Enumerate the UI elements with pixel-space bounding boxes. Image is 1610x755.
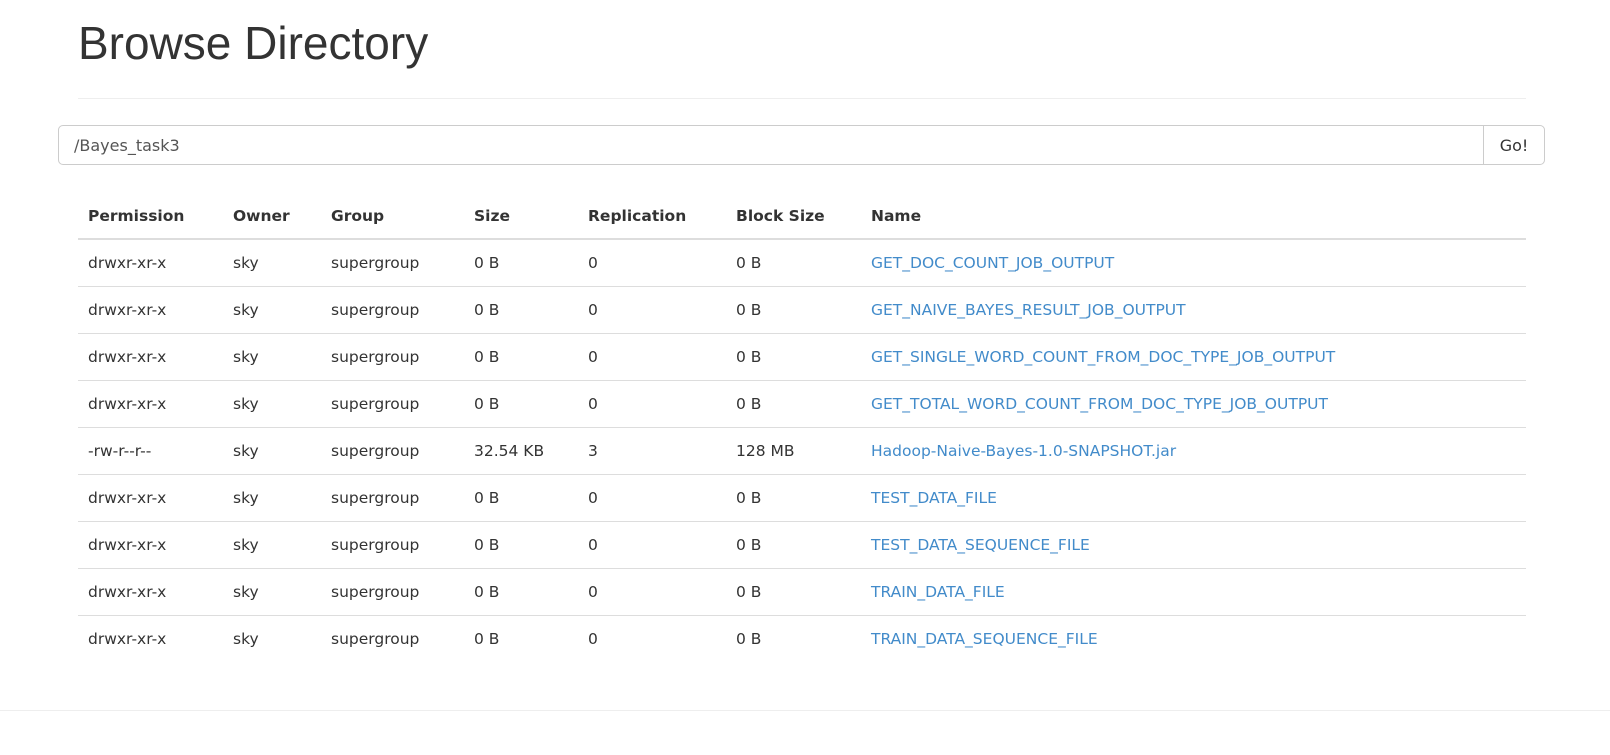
cell-owner: sky bbox=[223, 380, 321, 428]
file-link[interactable]: TEST_DATA_SEQUENCE_FILE bbox=[871, 536, 1090, 554]
file-link[interactable]: TRAIN_DATA_FILE bbox=[871, 583, 1005, 601]
footer-divider bbox=[0, 710, 1610, 711]
table-row: drwxr-xr-x sky supergroup 0 B00 B TEST_DATA_… bbox=[78, 474, 1526, 522]
cell-block-size: 0 B bbox=[736, 254, 762, 272]
cell-name: GET_NAIVE_BAYES_RESULT_JOB_OUTPUT bbox=[861, 286, 1526, 334]
cell-block-size: 0 B bbox=[726, 615, 861, 662]
table-header-row: Permission Owner Group Size Replication Block… bbox=[78, 194, 1526, 240]
cell-permission: drwxr-xr-x bbox=[78, 286, 223, 334]
table-row: drwxr-xr-x sky supergroup 0 B00 B GET_SINGLE… bbox=[78, 333, 1526, 381]
file-link[interactable]: Hadoop-Naive-Bayes-1.0-SNAPSHOT.jar bbox=[871, 442, 1176, 460]
cell-permission: drwxr-xr-x bbox=[78, 380, 223, 428]
cell-group: supergroup bbox=[331, 254, 420, 272]
file-link[interactable]: TEST_DATA_FILE bbox=[871, 489, 997, 507]
cell-group: supergroup bbox=[321, 568, 464, 616]
cell-size: 0 B bbox=[464, 615, 578, 662]
file-link[interactable]: GET_NAIVE_BAYES_RESULT_JOB_OUTPUT bbox=[871, 301, 1186, 319]
file-table: Permission Owner Group Size Replication Block… bbox=[78, 194, 1526, 662]
table-row: drwxr-xr-x sky supergroup 0 B00 B TRAIN_DATA… bbox=[78, 568, 1526, 616]
path-input[interactable] bbox=[59, 126, 1483, 164]
cell-permission: drwxr-xr-x bbox=[78, 521, 223, 569]
column-header-block-size[interactable]: Block Size bbox=[726, 194, 861, 240]
cell-owner: sky bbox=[223, 286, 321, 334]
cell-name: TEST_DATA_SEQUENCE_FILE bbox=[861, 521, 1526, 569]
cell-replication: 0 bbox=[578, 615, 726, 662]
table-row: -rw-r--r-- sky supergroup 32.54 KB 3 128 MB Ha… bbox=[78, 427, 1526, 475]
column-header-name[interactable]: Name bbox=[861, 194, 1526, 240]
cell-block-size: 0 B bbox=[726, 380, 861, 428]
cell-group: supergroup bbox=[321, 474, 464, 522]
table-row: drwxr-xr-x sky supergroup 0 B00 B GET_NAIVE_… bbox=[78, 286, 1526, 334]
cell-name: Hadoop-Naive-Bayes-1.0-SNAPSHOT.jar bbox=[861, 427, 1526, 475]
cell-block-size: 128 MB bbox=[726, 427, 861, 475]
divider bbox=[78, 98, 1526, 99]
cell-owner: sky bbox=[233, 254, 259, 272]
cell-replication: 0 bbox=[578, 521, 726, 569]
page-title: Browse Directory bbox=[78, 17, 429, 69]
cell-replication: 0 bbox=[578, 474, 726, 522]
cell-name: GET_SINGLE_WORD_COUNT_FROM_DOC_TYPE_JOB_… bbox=[861, 333, 1526, 381]
cell-owner: sky bbox=[223, 474, 321, 522]
file-link[interactable]: TRAIN_DATA_SEQUENCE_FILE bbox=[871, 630, 1098, 648]
table-row: drwxr-xr-x sky supergroup 0 B00 B TRAIN_DATA… bbox=[78, 615, 1526, 662]
path-form: Go! bbox=[58, 125, 1545, 165]
cell-name: GET_TOTAL_WORD_COUNT_FROM_DOC_TYPE_JOB_O… bbox=[861, 380, 1526, 428]
file-link[interactable]: GET_TOTAL_WORD_COUNT_FROM_DOC_TYPE_JOB_O… bbox=[871, 395, 1328, 413]
cell-size: 0 B bbox=[464, 286, 578, 334]
go-button[interactable]: Go! bbox=[1483, 126, 1544, 164]
cell-size: 0 B bbox=[474, 254, 500, 272]
cell-permission: drwxr-xr-x bbox=[78, 615, 223, 662]
cell-group: supergroup bbox=[321, 615, 464, 662]
cell-permission: drwxr-xr-x bbox=[78, 333, 223, 381]
column-header-owner[interactable]: Owner bbox=[223, 194, 321, 240]
cell-group: supergroup bbox=[321, 521, 464, 569]
cell-replication: 0 bbox=[578, 286, 726, 334]
cell-group: supergroup bbox=[321, 333, 464, 381]
cell-name: TEST_DATA_FILE bbox=[861, 474, 1526, 522]
column-header-size[interactable]: Size bbox=[464, 194, 578, 240]
cell-block-size: 0 B bbox=[726, 286, 861, 334]
file-link[interactable]: GET_SINGLE_WORD_COUNT_FROM_DOC_TYPE_JOB_… bbox=[871, 348, 1335, 366]
cell-owner: sky bbox=[223, 615, 321, 662]
cell-block-size: 0 B bbox=[726, 333, 861, 381]
cell-size: 0 B bbox=[464, 568, 578, 616]
cell-permission: drwxr-xr-x bbox=[88, 254, 167, 272]
cell-size: 0 B bbox=[464, 380, 578, 428]
cell-owner: sky bbox=[223, 521, 321, 569]
cell-replication: 3 bbox=[578, 427, 726, 475]
cell-owner: sky bbox=[223, 333, 321, 381]
table-row: drwxr-xr-x sky supergroup 0 B00 B GET_TOTAL_… bbox=[78, 380, 1526, 428]
cell-name: TRAIN_DATA_SEQUENCE_FILE bbox=[861, 615, 1526, 662]
cell-block-size: 0 B bbox=[726, 568, 861, 616]
table-row: drwxr-xr-x sky supergroup 0 B00 B TEST_DATA_… bbox=[78, 521, 1526, 569]
cell-permission: -rw-r--r-- bbox=[78, 427, 223, 475]
cell-size: 32.54 KB bbox=[464, 427, 578, 475]
cell-permission: drwxr-xr-x bbox=[78, 474, 223, 522]
column-header-group[interactable]: Group bbox=[321, 194, 464, 240]
cell-block-size: 0 B bbox=[726, 474, 861, 522]
cell-group: supergroup bbox=[321, 286, 464, 334]
cell-replication: 0 bbox=[578, 333, 726, 381]
cell-name: GET_DOC_COUNT_JOB_OUTPUT bbox=[861, 239, 1526, 287]
cell-replication: 0 bbox=[588, 254, 598, 272]
cell-replication: 0 bbox=[578, 380, 726, 428]
cell-name: TRAIN_DATA_FILE bbox=[861, 568, 1526, 616]
file-link[interactable]: GET_DOC_COUNT_JOB_OUTPUT bbox=[871, 254, 1114, 272]
cell-replication: 0 bbox=[578, 568, 726, 616]
cell-size: 0 B bbox=[464, 333, 578, 381]
cell-group: supergroup bbox=[321, 380, 464, 428]
column-header-replication[interactable]: Replication bbox=[578, 194, 726, 240]
column-header-permission[interactable]: Permission bbox=[78, 194, 223, 240]
cell-size: 0 B bbox=[464, 474, 578, 522]
cell-permission: drwxr-xr-x bbox=[78, 568, 223, 616]
cell-owner: sky bbox=[223, 568, 321, 616]
cell-owner: sky bbox=[223, 427, 321, 475]
table-row: drwxr-xr-x sky supergroup 0 B 0 0 B GET_DOC_CO… bbox=[78, 239, 1526, 287]
cell-size: 0 B bbox=[464, 521, 578, 569]
cell-block-size: 0 B bbox=[726, 521, 861, 569]
cell-group: supergroup bbox=[321, 427, 464, 475]
